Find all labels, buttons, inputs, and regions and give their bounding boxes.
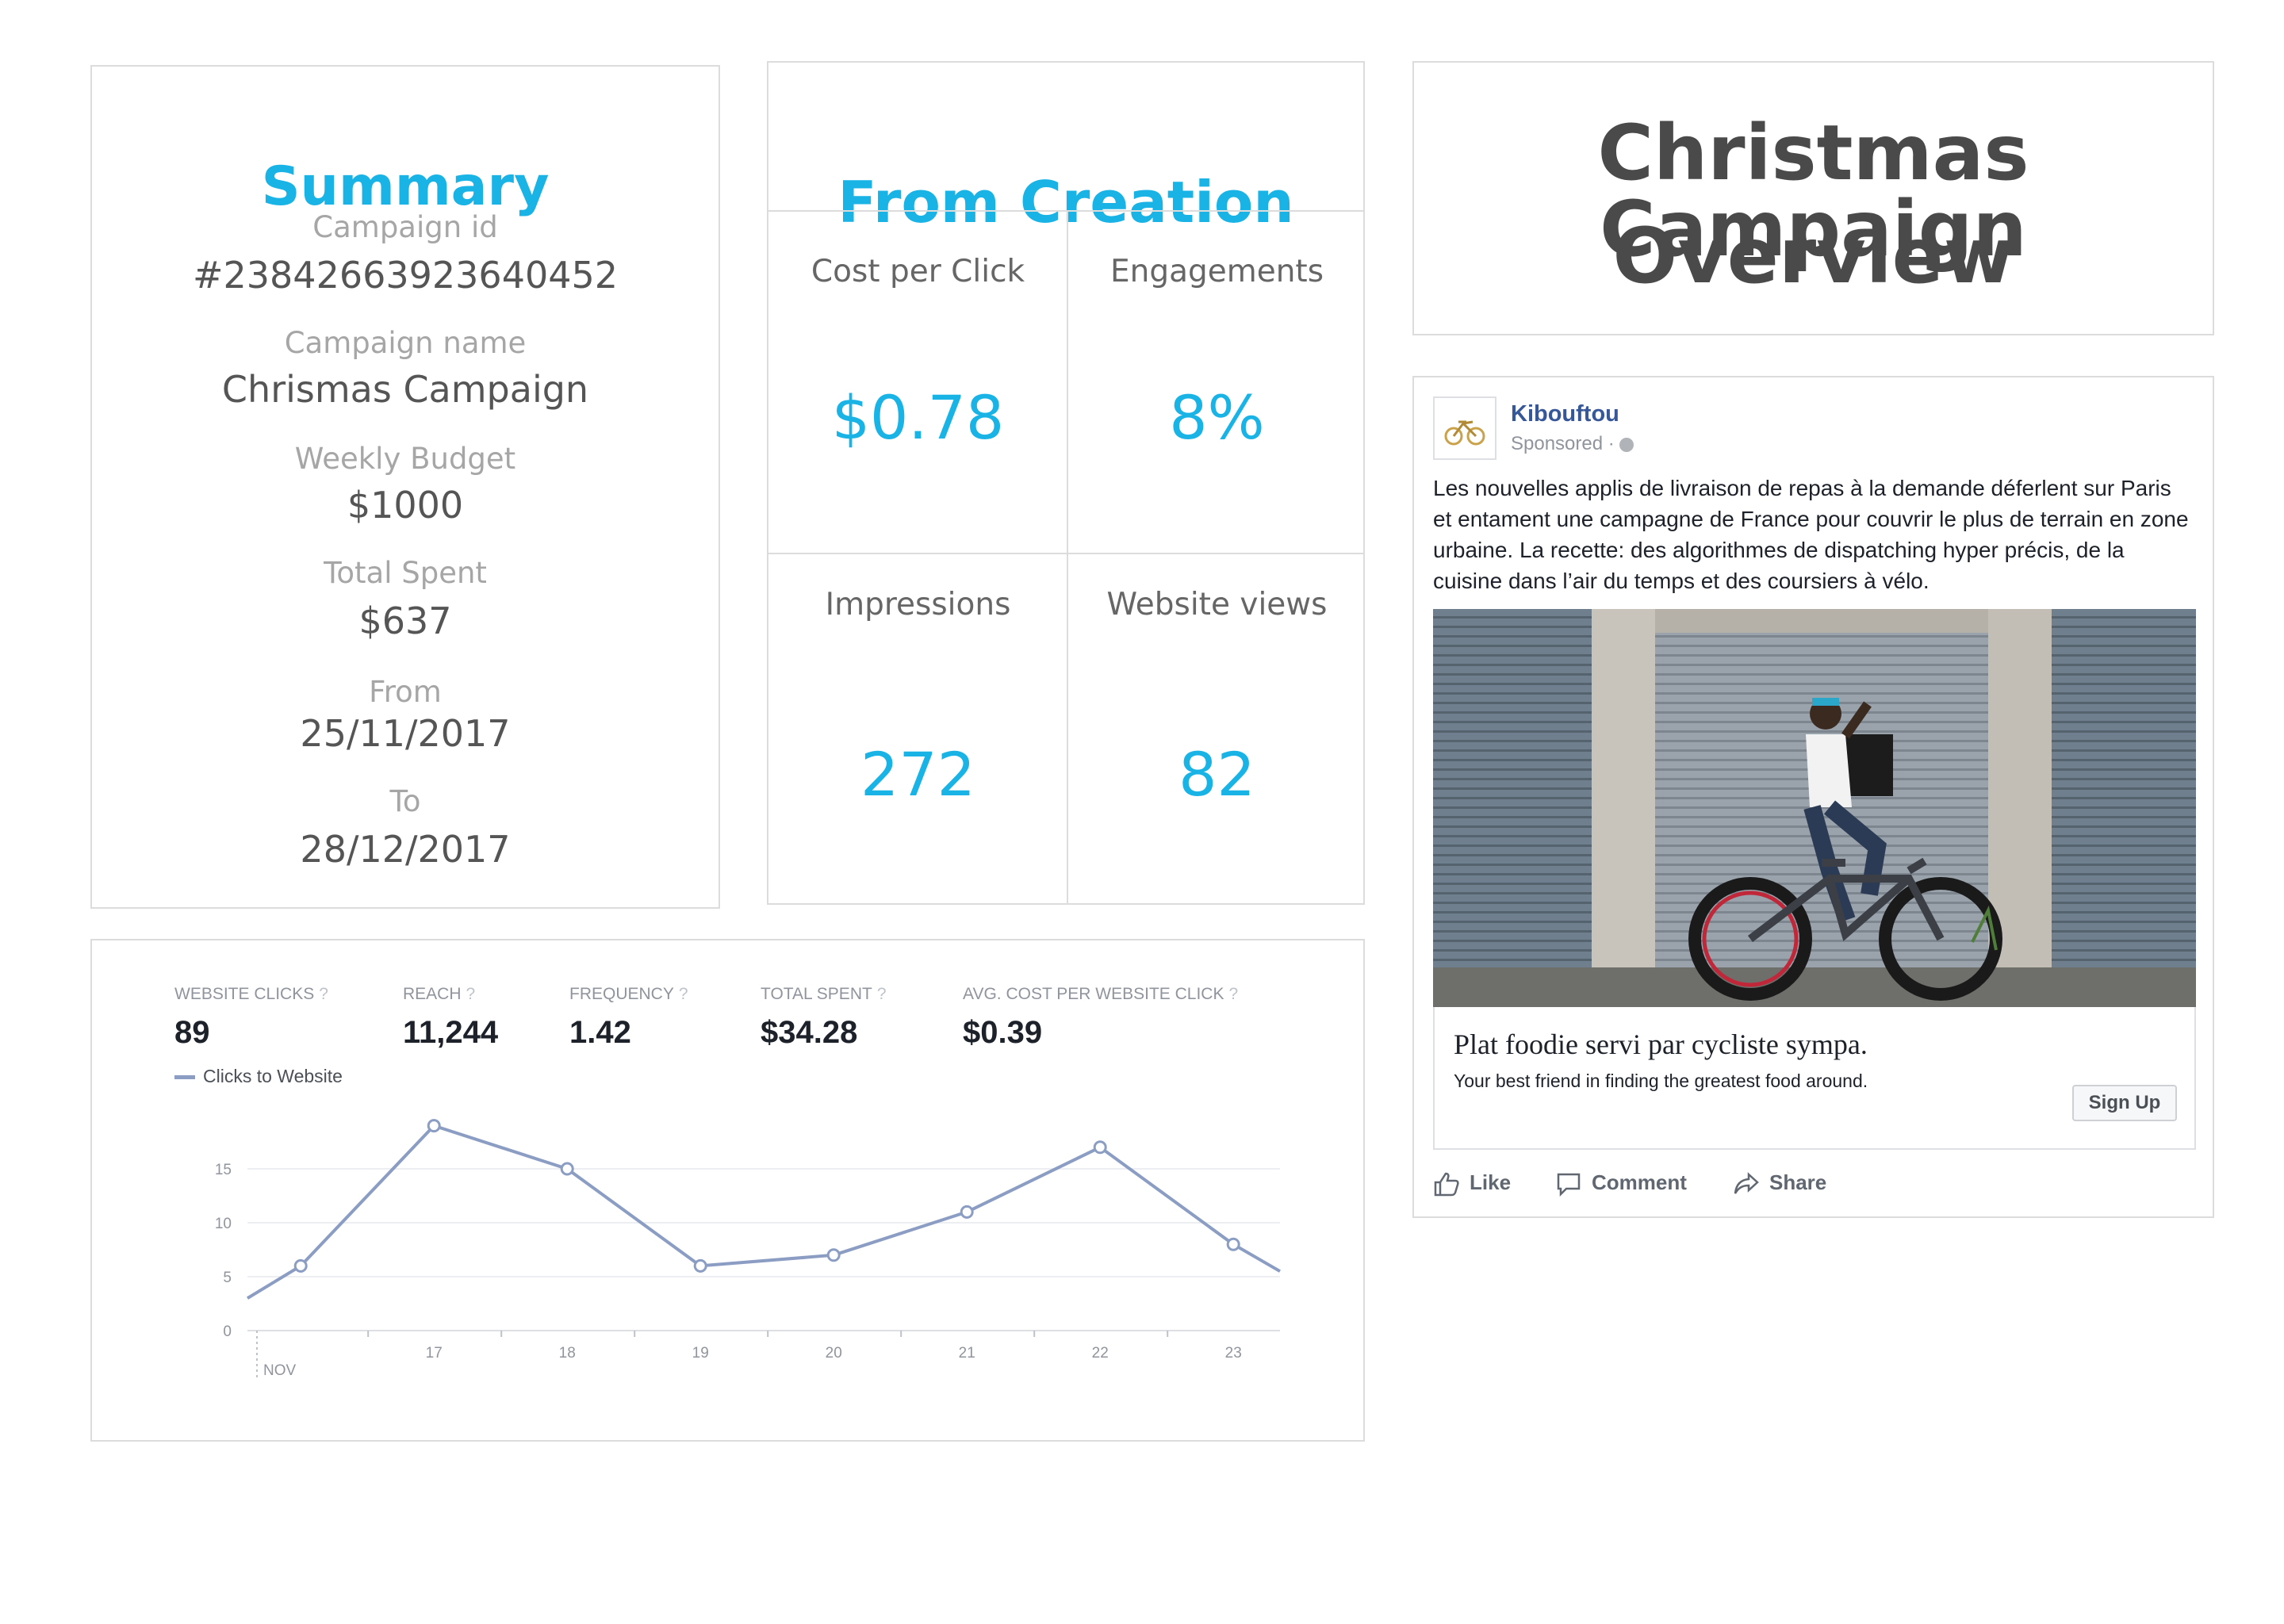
engagements-label: Engagements — [1109, 254, 1324, 289]
x-tick-label: 17 — [426, 1345, 443, 1362]
from-creation-card: From Creation Cost per Click $0.78 Engag… — [767, 61, 1365, 905]
engagements-value: 8% — [1169, 382, 1265, 453]
data-point — [427, 1119, 441, 1133]
total-spent-value: $637 — [358, 599, 452, 642]
like-label: Like — [1470, 1170, 1512, 1194]
y-tick-label: 0 — [223, 1323, 232, 1340]
divider — [768, 553, 1363, 554]
sponsored-label: Sponsored · — [1511, 433, 1634, 455]
divider — [768, 210, 1363, 212]
like-button[interactable]: Like — [1433, 1170, 1511, 1197]
bicycle-logo-icon — [1444, 420, 1485, 446]
sponsored-post: Kibouftou Sponsored · Les nouvelles appl… — [1412, 376, 2214, 1218]
weekly-budget-value: $1000 — [347, 484, 464, 527]
from-creation-title: From Creation — [837, 169, 1294, 236]
link-preview[interactable]: Plat foodie servi par cycliste sympa. Yo… — [1433, 1007, 2196, 1150]
sign-up-button[interactable]: Sign Up — [2072, 1085, 2177, 1121]
data-point — [693, 1258, 707, 1273]
data-point — [1093, 1140, 1107, 1155]
cost-per-click-value: $0.78 — [831, 382, 1005, 453]
campaign-name-value: Chrismas Campaign — [221, 368, 589, 411]
campaign-id-label: Campaign id — [312, 210, 498, 244]
data-point — [1226, 1237, 1240, 1251]
post-photo[interactable] — [1433, 609, 2196, 1007]
y-tick-label: 15 — [215, 1162, 232, 1178]
y-tick-label: 10 — [215, 1216, 232, 1232]
comment-icon — [1557, 1173, 1581, 1197]
comment-label: Comment — [1592, 1170, 1687, 1194]
to-date: 28/12/2017 — [300, 828, 511, 871]
x-tick-label: 18 — [559, 1345, 576, 1362]
impressions-label: Impressions — [825, 587, 1011, 622]
from-date: 25/11/2017 — [300, 712, 511, 755]
website-views-value: 82 — [1178, 739, 1255, 810]
clicks-line-chart: 0 5 10 15 NOV 17 18 19 20 21 22 23 — [215, 1119, 1282, 1379]
cost-per-click-label: Cost per Click — [811, 254, 1025, 289]
comment-button[interactable]: Comment — [1555, 1170, 1687, 1197]
post-body-text: Les nouvelles applis de livraison de rep… — [1433, 476, 2189, 593]
link-description: Your best friend in finding the greatest… — [1454, 1071, 1868, 1091]
thumbs-up-icon — [1434, 1172, 1459, 1197]
month-label: NOV — [263, 1362, 297, 1379]
data-point — [960, 1205, 974, 1219]
sponsored-text: Sponsored · — [1511, 433, 1615, 454]
stats-chart-card: WEBSITE CLICKS? 89 REACH? 11,244 FREQUEN… — [90, 939, 1365, 1442]
impressions-value: 272 — [860, 739, 976, 810]
page-logo[interactable] — [1433, 396, 1496, 460]
overview-title-card: Christmas Campaign Overview — [1412, 61, 2214, 335]
x-tick-label: 22 — [1092, 1345, 1109, 1362]
globe-icon — [1619, 437, 1634, 452]
x-tick-label: 20 — [826, 1345, 842, 1362]
x-tick-label: 23 — [1225, 1345, 1242, 1362]
data-point — [826, 1248, 841, 1262]
total-spent-label: Total Spent — [324, 556, 487, 590]
share-button[interactable]: Share — [1733, 1170, 1826, 1197]
overview-title-line-2: Overview — [1612, 212, 2014, 301]
share-icon — [1734, 1172, 1759, 1194]
y-tick-label: 5 — [223, 1270, 232, 1286]
campaign-id-value: #23842663923640452 — [192, 254, 619, 297]
series-line — [246, 1124, 1282, 1300]
to-label: To — [389, 784, 421, 818]
link-headline[interactable]: Plat foodie servi par cycliste sympa. — [1454, 1028, 1868, 1061]
from-label: From — [369, 675, 442, 709]
cyclist-photo — [1433, 609, 2196, 1007]
weekly-budget-label: Weekly Budget — [294, 442, 516, 476]
data-point — [560, 1162, 574, 1176]
x-tick-label: 19 — [692, 1345, 709, 1362]
summary-title: Summary — [261, 155, 550, 218]
summary-card: Summary Campaign id #23842663923640452 C… — [90, 65, 720, 909]
campaign-name-label: Campaign name — [284, 326, 527, 360]
x-tick-label: 21 — [959, 1345, 975, 1362]
share-label: Share — [1769, 1170, 1827, 1194]
website-views-label: Website views — [1106, 587, 1328, 622]
data-point — [293, 1258, 308, 1273]
page-name-link[interactable]: Kibouftou — [1511, 401, 1619, 427]
